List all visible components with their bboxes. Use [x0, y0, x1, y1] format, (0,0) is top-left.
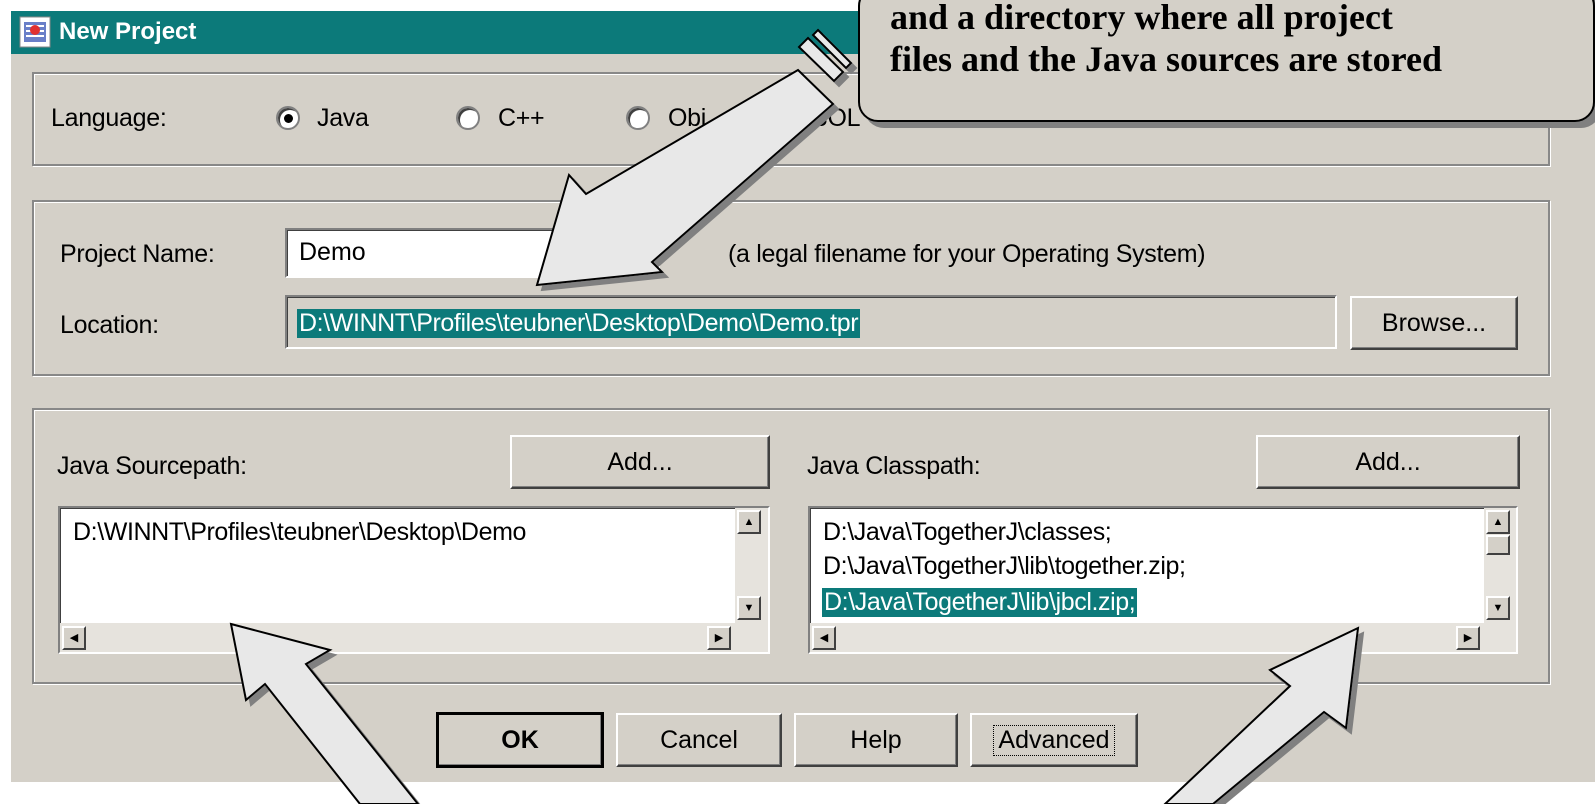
radio-dot [284, 114, 293, 123]
callout-text: and a directory where all project files … [890, 0, 1442, 80]
sourcepath-list[interactable]: D:\WINNT\Profiles\teubner\Desktop\Demo ▲… [58, 506, 770, 654]
list-item[interactable]: D:\Java\TogetherJ\lib\together.zip; [823, 552, 1186, 581]
location-value: D:\WINNT\Profiles\teubner\Desktop\Demo\D… [297, 309, 861, 338]
location-label: Location: [60, 311, 159, 339]
list-item-selected[interactable]: D:\Java\TogetherJ\lib\jbcl.zip; [822, 588, 1138, 617]
language-label: Language: [51, 104, 167, 132]
callout-line-2: files and the Java sources are stored [890, 39, 1442, 79]
radio-cobol-label[interactable]: OBOL [792, 104, 861, 133]
location-input[interactable]: D:\WINNT\Profiles\teubner\Desktop\Demo\D… [285, 295, 1337, 349]
classpath-hscroll[interactable] [810, 623, 1516, 652]
classpath-add-button[interactable]: Add... [1256, 435, 1520, 489]
sourcepath-label: Java Sourcepath: [57, 452, 247, 480]
scroll-right-icon[interactable]: ▶ [1456, 626, 1480, 650]
window-title: New Project [59, 18, 197, 45]
classpath-label: Java Classpath: [807, 452, 981, 480]
project-name-label: Project Name: [60, 240, 215, 268]
help-button[interactable]: Help [794, 713, 958, 767]
scroll-left-icon[interactable]: ◀ [812, 626, 836, 650]
classpath-list[interactable]: D:\Java\TogetherJ\classes; D:\Java\Toget… [808, 506, 1518, 654]
radio-cpp[interactable] [456, 106, 480, 130]
ok-button[interactable]: OK [436, 712, 604, 768]
radio-obj-label[interactable]: Obj [668, 104, 706, 133]
radio-cpp-label[interactable]: C++ [498, 104, 545, 133]
project-group [32, 200, 1550, 376]
scroll-up-icon[interactable]: ▲ [737, 510, 761, 534]
scroll-right-icon[interactable]: ▶ [707, 626, 731, 650]
project-name-input[interactable]: Demo [285, 228, 660, 278]
scroll-down-icon[interactable]: ▼ [737, 596, 761, 620]
advanced-label: Advanced [993, 724, 1115, 756]
list-item[interactable]: D:\WINNT\Profiles\teubner\Desktop\Demo [73, 518, 526, 547]
radio-java[interactable] [276, 106, 300, 130]
callout-line-1: and a directory where all project [890, 0, 1393, 37]
project-name-hint: (a legal filename for your Operating Sys… [728, 240, 1206, 268]
sourcepath-add-button[interactable]: Add... [510, 435, 770, 489]
radio-obj[interactable] [626, 106, 650, 130]
browse-button[interactable]: Browse... [1350, 296, 1518, 350]
annotation-callout: and a directory where all project files … [858, 0, 1595, 122]
scroll-left-icon[interactable]: ◀ [62, 626, 86, 650]
sourcepath-hscroll[interactable] [60, 623, 768, 652]
scroll-thumb[interactable] [1486, 535, 1510, 555]
project-name-value: Demo [299, 238, 366, 266]
scroll-down-icon[interactable]: ▼ [1486, 596, 1510, 620]
app-icon [19, 16, 51, 48]
advanced-button[interactable]: Advanced [970, 713, 1138, 767]
radio-java-label[interactable]: Java [317, 104, 369, 133]
cancel-button[interactable]: Cancel [616, 713, 782, 767]
list-item[interactable]: D:\Java\TogetherJ\classes; [823, 518, 1112, 547]
scroll-up-icon[interactable]: ▲ [1486, 510, 1510, 534]
